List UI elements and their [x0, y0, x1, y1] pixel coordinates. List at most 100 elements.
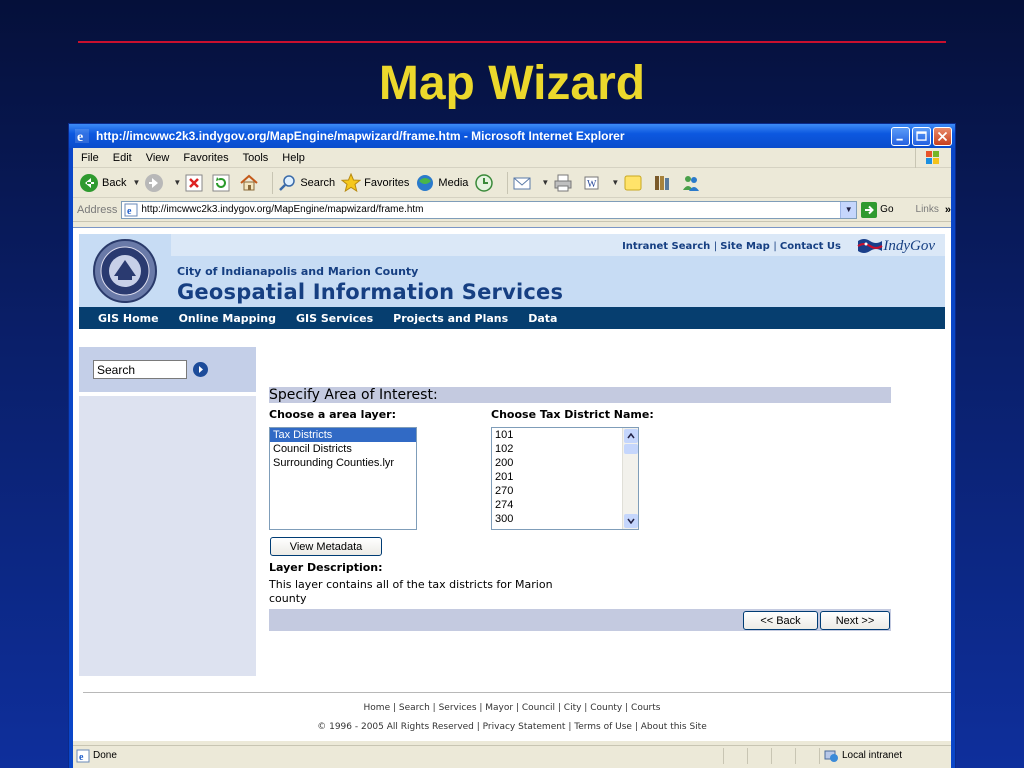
window-titlebar[interactable]: e http://imcwwc2k3.indygov.org/MapEngine… [69, 124, 955, 148]
address-dropdown-icon[interactable]: ▼ [840, 201, 857, 218]
research-button[interactable] [652, 173, 675, 193]
org-title: Geospatial Information Services [177, 280, 564, 304]
footer-link[interactable]: Courts [631, 703, 660, 713]
section-heading: Specify Area of Interest: [269, 387, 891, 403]
address-bar: Address e http://imcwwc2k3.indygov.org/M… [73, 198, 951, 222]
minimize-button[interactable] [891, 126, 910, 146]
view-metadata-button[interactable]: View Metadata [270, 537, 382, 556]
refresh-button[interactable] [212, 174, 233, 192]
search-label: Search [300, 176, 336, 189]
nav-gis-home[interactable]: GIS Home [79, 312, 160, 325]
district-option[interactable]: 274 [492, 498, 638, 512]
scroll-up-icon[interactable] [624, 429, 638, 443]
discuss-button[interactable] [623, 173, 646, 193]
home-button[interactable] [239, 173, 262, 193]
links-chevron-icon[interactable]: » [945, 204, 951, 216]
browser-chrome: File Edit View Favorites Tools Help Back… [73, 148, 951, 768]
menu-view[interactable]: View [139, 152, 177, 164]
go-button[interactable]: Go [861, 201, 894, 218]
forward-dropdown-icon[interactable]: ▼ [173, 178, 181, 187]
stop-button[interactable] [185, 174, 206, 192]
area-layer-listbox[interactable]: Tax Districts Council Districts Surround… [269, 427, 417, 530]
go-label: Go [880, 204, 894, 215]
nav-projects-and-plans[interactable]: Projects and Plans [374, 312, 509, 325]
back-step-button[interactable]: << Back [743, 611, 818, 630]
nav-data[interactable]: Data [509, 312, 558, 325]
area-layer-option[interactable]: Tax Districts [270, 428, 416, 442]
footer-link[interactable]: Mayor [485, 703, 513, 713]
menu-favorites[interactable]: Favorites [176, 152, 235, 164]
privacy-link[interactable]: Privacy Statement [483, 722, 566, 732]
sidebar-search-box [79, 347, 256, 392]
status-text: Done [93, 750, 117, 761]
menu-tools[interactable]: Tools [236, 152, 276, 164]
messenger-button[interactable] [681, 173, 704, 193]
back-button[interactable]: Back [79, 173, 126, 193]
back-dropdown-icon[interactable]: ▼ [132, 178, 140, 187]
mail-dropdown-icon[interactable]: ▼ [541, 178, 549, 187]
menu-edit[interactable]: Edit [106, 152, 139, 164]
edit-button[interactable]: W [582, 173, 605, 193]
district-option[interactable]: 200 [492, 456, 638, 470]
indygov-flag-icon [857, 239, 883, 253]
links-label[interactable]: Links [916, 204, 939, 215]
menu-help[interactable]: Help [275, 152, 312, 164]
scroll-down-icon[interactable] [624, 514, 638, 528]
indygov-logo[interactable]: IndyGov [857, 237, 935, 255]
discuss-note-icon [624, 175, 642, 190]
favorites-star-icon [341, 172, 362, 192]
search-go-button[interactable] [193, 362, 208, 377]
history-button[interactable] [474, 173, 497, 193]
forward-button[interactable] [144, 173, 167, 193]
page-done-icon: e [76, 749, 90, 763]
district-option[interactable]: 201 [492, 470, 638, 484]
next-step-button[interactable]: Next >> [820, 611, 890, 630]
about-link[interactable]: About this Site [641, 722, 707, 732]
contact-us-link[interactable]: Contact Us [780, 241, 841, 252]
tax-district-label: Choose Tax District Name: [491, 408, 654, 421]
terms-link[interactable]: Terms of Use [574, 722, 632, 732]
tax-district-listbox[interactable]: 101 102 200 201 270 274 300 [491, 427, 639, 530]
district-scrollbar[interactable] [622, 428, 638, 529]
footer-link[interactable]: Search [399, 703, 430, 713]
media-button[interactable]: Media [415, 173, 468, 193]
district-option[interactable]: 300 [492, 512, 638, 526]
nav-gis-services[interactable]: GIS Services [277, 312, 374, 325]
address-url: http://imcwwc2k3.indygov.org/MapEngine/m… [141, 204, 424, 215]
mail-button[interactable] [512, 173, 535, 193]
intranet-globe-icon [824, 750, 838, 762]
windows-logo-icon [915, 148, 949, 168]
scroll-thumb[interactable] [624, 444, 638, 454]
ie-window: e http://imcwwc2k3.indygov.org/MapEngine… [68, 123, 956, 768]
favorites-button[interactable]: Favorites [341, 172, 409, 193]
district-option[interactable]: 102 [492, 442, 638, 456]
area-layer-option[interactable]: Surrounding Counties.lyr [270, 456, 416, 470]
close-window-button[interactable] [933, 126, 952, 146]
org-subtitle: City of Indianapolis and Marion County [177, 265, 419, 278]
site-map-link[interactable]: Site Map [720, 241, 770, 252]
maximize-button[interactable] [912, 126, 931, 146]
utility-links: Intranet Search | Site Map | Contact Us [622, 241, 841, 252]
intranet-search-link[interactable]: Intranet Search [622, 241, 710, 252]
svg-text:e: e [79, 752, 84, 763]
footer-copyright: © 1996 - 2005 All Rights Reserved | Priv… [317, 722, 707, 732]
window-title: http://imcwwc2k3.indygov.org/MapEngine/m… [96, 129, 625, 143]
site-search-input[interactable] [93, 360, 187, 379]
footer-link[interactable]: County [590, 703, 622, 713]
menu-file[interactable]: File [73, 152, 106, 164]
footer-link[interactable]: Council [522, 703, 555, 713]
standard-toolbar: Back ▼ ▼ Search Favorites Media ▼ W ▼ [73, 168, 951, 198]
footer-link[interactable]: Services [439, 703, 477, 713]
footer-link[interactable]: Home [364, 703, 391, 713]
nav-online-mapping[interactable]: Online Mapping [160, 312, 277, 325]
district-option[interactable]: 270 [492, 484, 638, 498]
area-layer-option[interactable]: Council Districts [270, 442, 416, 456]
address-input[interactable]: e http://imcwwc2k3.indygov.org/MapEngine… [121, 200, 858, 219]
search-button[interactable]: Search [277, 173, 335, 193]
edit-dropdown-icon[interactable]: ▼ [611, 178, 619, 187]
footer-link[interactable]: City [564, 703, 582, 713]
district-option[interactable]: 101 [492, 428, 638, 442]
media-label: Media [438, 176, 469, 189]
svg-text:e: e [77, 130, 83, 144]
print-button[interactable] [553, 173, 576, 193]
